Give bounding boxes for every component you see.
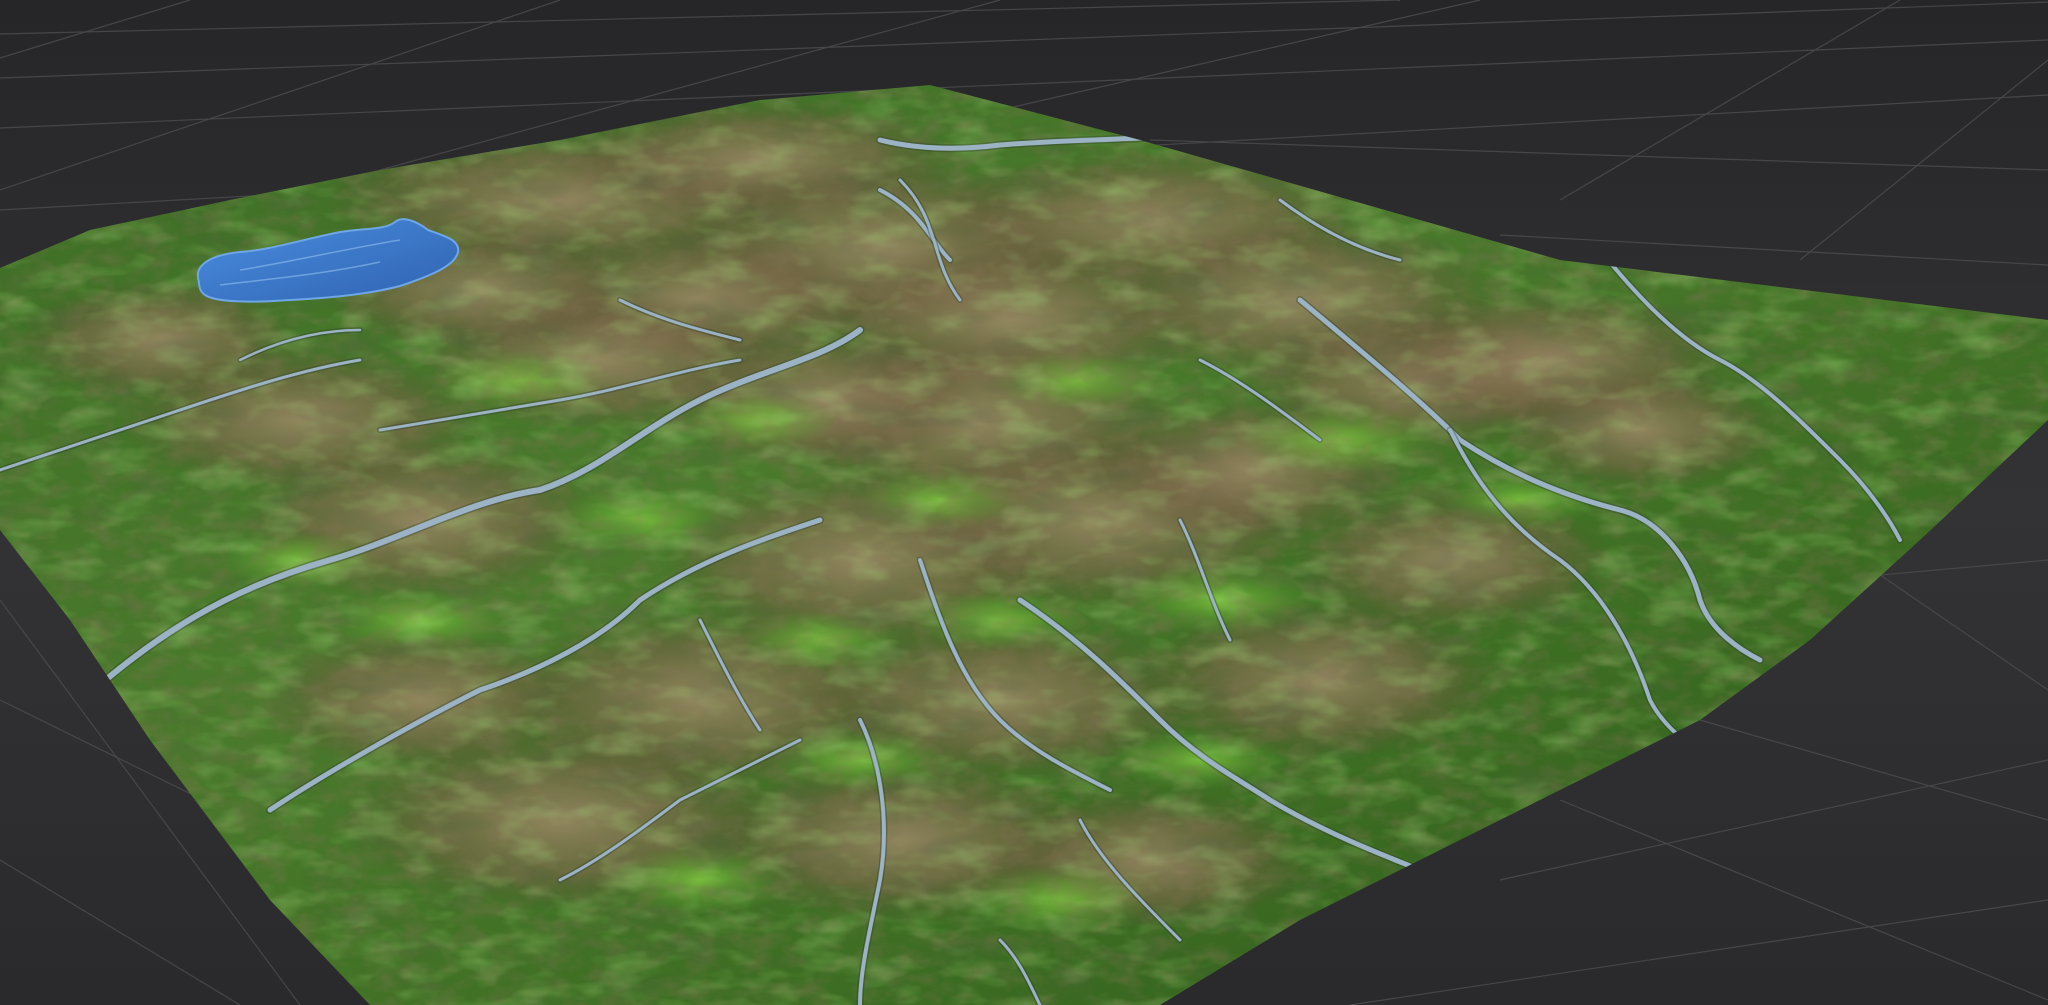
terrain-scene[interactable] xyxy=(0,0,2048,1005)
3d-viewport[interactable] xyxy=(0,0,2048,1005)
